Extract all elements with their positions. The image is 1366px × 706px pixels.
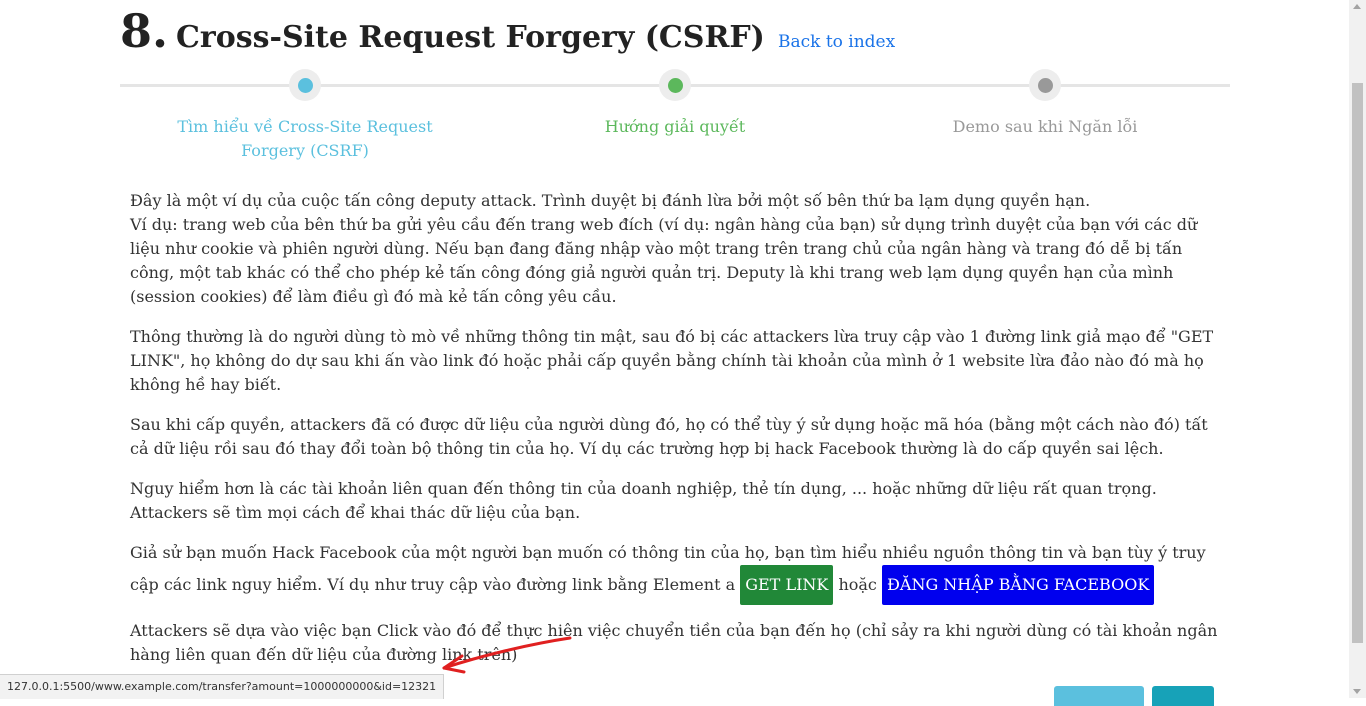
- step-label: Hướng giải quyết: [604, 117, 746, 136]
- scrollbar-thumb[interactable]: [1352, 83, 1363, 643]
- paragraph-danger: Nguy hiểm hơn là các tài khoản liên quan…: [130, 479, 1157, 522]
- bottom-button-prev[interactable]: [1054, 686, 1144, 706]
- get-link-button[interactable]: GET LINK: [740, 565, 834, 605]
- step-solution[interactable]: Hướng giải quyết: [515, 69, 835, 139]
- step-label: Demo sau khi Ngăn lỗi: [952, 117, 1138, 136]
- step-marker: [289, 69, 321, 101]
- section-title: Cross-Site Request Forgery (CSRF): [176, 20, 765, 55]
- step-understand-csrf[interactable]: Tìm hiểu về Cross-Site Request Forgery (…: [145, 69, 465, 163]
- bottom-button-next[interactable]: [1152, 686, 1214, 706]
- scroll-up-icon[interactable]: [1353, 4, 1361, 9]
- paragraph-attack-result: Attackers sẽ dựa vào việc bạn Click vào …: [130, 621, 1218, 664]
- paragraph-example: Giả sử bạn muốn Hack Facebook của một ng…: [130, 541, 1225, 605]
- section-number: 8.: [120, 4, 169, 58]
- page: 8. Cross-Site Request Forgery (CSRF) Back…: [0, 0, 1349, 706]
- step-marker: [1029, 69, 1061, 101]
- back-to-index-link[interactable]: Back to index: [778, 32, 895, 52]
- red-arrow-annotation: [442, 636, 572, 674]
- step-dot: [297, 77, 313, 93]
- paragraph-after-permission: Sau khi cấp quyền, attackers đã có được …: [130, 415, 1208, 458]
- step-label: Tìm hiểu về Cross-Site Request Forgery (…: [177, 117, 433, 160]
- page-title: 8. Cross-Site Request Forgery (CSRF) Back…: [120, 4, 895, 58]
- article-body: Đây là một ví dụ của cuộc tấn công deput…: [130, 189, 1225, 683]
- step-dot: [667, 77, 683, 93]
- scroll-down-icon[interactable]: [1353, 689, 1361, 694]
- step-marker: [659, 69, 691, 101]
- paragraph-intro: Đây là một ví dụ của cuộc tấn công deput…: [130, 189, 1225, 309]
- intro-example: Ví dụ: trang web của bên thứ ba gửi yêu …: [130, 215, 1198, 306]
- step-dot: [1037, 77, 1053, 93]
- vertical-scrollbar[interactable]: [1349, 0, 1366, 698]
- facebook-login-button[interactable]: ĐĂNG NHẬP BẰNG FACEBOOK: [881, 565, 1155, 605]
- intro-line: Đây là một ví dụ của cuộc tấn công deput…: [130, 191, 1091, 210]
- step-demo[interactable]: Demo sau khi Ngăn lỗi: [885, 69, 1205, 139]
- paragraph-curiosity: Thông thường là do người dùng tò mò về n…: [130, 327, 1214, 394]
- status-bar-url: 127.0.0.1:5500/www.example.com/transfer?…: [0, 674, 445, 699]
- or-text: hoặc: [838, 575, 877, 594]
